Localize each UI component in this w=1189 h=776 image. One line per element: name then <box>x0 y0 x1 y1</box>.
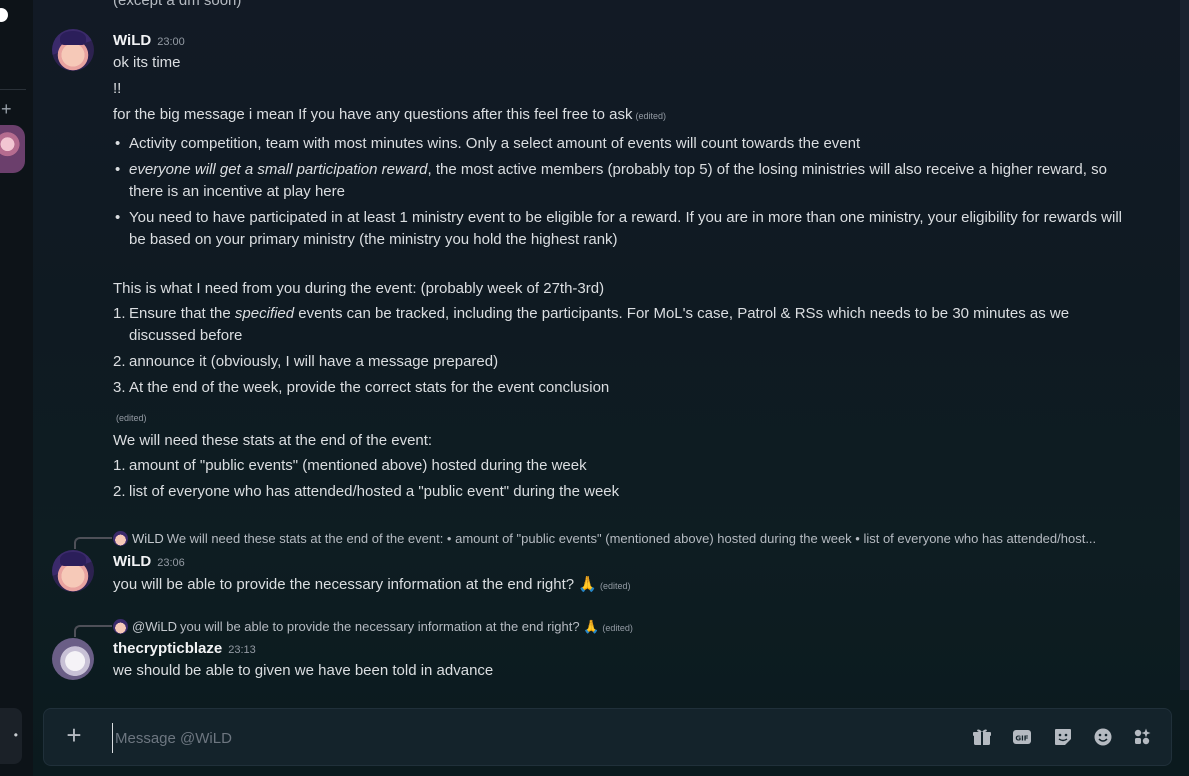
timestamp: 23:13 <box>228 644 256 656</box>
reply-preview[interactable]: @WiLD you will be able to provide the nec… <box>113 619 633 635</box>
reply-text: you will be able to provide the necessar… <box>179 619 600 634</box>
message-text: ok its time <box>113 54 181 71</box>
reply-connector <box>74 537 112 549</box>
username[interactable]: WiLD <box>113 32 151 49</box>
emoji-icon[interactable] <box>1092 726 1114 748</box>
timestamp: 23:06 <box>157 557 185 569</box>
attach-plus-icon[interactable]: + <box>61 722 87 749</box>
message-header: WiLD 23:00 <box>113 32 185 49</box>
reply-username: WiLD <box>132 531 164 546</box>
message-text: for the big message i mean If you have a… <box>113 106 666 123</box>
apps-icon[interactable] <box>1131 726 1153 748</box>
server-rail: + • <box>0 0 33 776</box>
svg-text:GIF: GIF <box>1015 735 1028 743</box>
gif-icon[interactable]: GIF <box>1011 726 1033 748</box>
avatar[interactable] <box>52 550 94 592</box>
reply-connector <box>74 625 112 637</box>
rail-divider <box>0 89 26 90</box>
reply-avatar <box>113 531 128 546</box>
edited-tag: (edited) <box>116 413 147 423</box>
add-server-icon[interactable]: + <box>1 99 12 119</box>
message-text: This is what I need from you during the … <box>113 280 605 297</box>
message-input[interactable] <box>112 723 937 753</box>
unread-pip <box>0 8 8 22</box>
edited-tag: (edited) <box>599 581 631 591</box>
username[interactable]: WiLD <box>113 553 151 570</box>
sticker-icon[interactable] <box>1052 726 1074 748</box>
message-list: (except a dm soon) WiLD 23:00 ok its time… <box>33 0 1180 700</box>
message-text: you will be able to provide the necessar… <box>113 576 631 593</box>
message-composer: + GIF <box>43 708 1172 766</box>
previous-message-text: (except a dm soon) <box>113 0 242 9</box>
avatar[interactable] <box>52 29 94 71</box>
reply-username: @WiLD <box>132 619 177 634</box>
reply-text: We will need these stats at the end of t… <box>166 531 1097 546</box>
server-icon[interactable] <box>0 125 25 173</box>
message-text: We will need these stats at the end of t… <box>113 432 433 449</box>
edited-tag: (edited) <box>635 111 666 121</box>
username[interactable]: thecrypticblaze <box>113 640 222 657</box>
avatar[interactable] <box>52 638 94 680</box>
message-text: we should be able to given we have been … <box>113 662 494 679</box>
reply-preview[interactable]: WiLD We will need these stats at the end … <box>113 531 1096 546</box>
message-header: WiLD 23:06 <box>113 553 185 570</box>
message-header: thecrypticblaze 23:13 <box>113 640 256 657</box>
scrollbar[interactable] <box>1180 0 1189 690</box>
message-text: !! <box>113 80 122 97</box>
message-text-content: for the big message i mean If you have a… <box>113 106 633 123</box>
timestamp: 23:00 <box>157 36 185 48</box>
gift-icon[interactable] <box>971 726 993 748</box>
edited-tag: (edited) <box>602 623 633 633</box>
reply-avatar <box>113 619 128 634</box>
user-panel-button[interactable]: • <box>0 708 22 764</box>
